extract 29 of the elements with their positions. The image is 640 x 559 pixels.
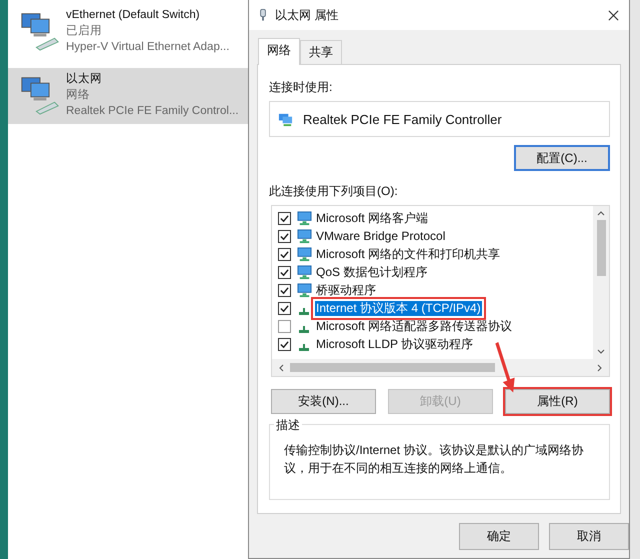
adapter-name: vEthernet (Default Switch) [66, 8, 201, 23]
adapter-status: 已启用 [66, 24, 103, 39]
action-button[interactable]: 属性(R) [505, 389, 610, 414]
component-item[interactable]: QoS 数据包计划程序 [315, 264, 428, 280]
action-button[interactable]: 安装(N)... [271, 389, 376, 414]
adapter-text: Realtek PCIe FE Family Controller [303, 112, 502, 126]
adapter-item[interactable]: vEthernet (Default Switch) 已启用 Hyper-V Virtual Ethernet Adap... [8, 4, 248, 60]
component-item[interactable]: Microsoft LLDP 协议驱动程序 [315, 336, 474, 352]
component-item[interactable]: Internet 协议版本 4 (TCP/IPv4) [315, 300, 482, 316]
tab[interactable]: 共享 [300, 40, 342, 64]
adapter-device: Hyper-V Virtual Ethernet Adap... [66, 40, 230, 55]
component-item[interactable]: 桥驱动程序 [315, 282, 377, 298]
items-label: 此连接使用下列项目(O): [269, 183, 399, 200]
tab[interactable]: 网络 [258, 38, 300, 65]
component-item[interactable]: Microsoft 网络的文件和打印机共享 [315, 246, 502, 262]
window-title: 以太网 属性 [275, 6, 340, 24]
adapter-device: Realtek PCIe FE Family Control... [66, 104, 239, 119]
dialog-button[interactable]: 确定 [459, 523, 539, 550]
component-item[interactable]: Microsoft 网络适配器多路传送器协议 [315, 318, 514, 334]
dialog-button[interactable]: 取消 [549, 523, 629, 550]
component-item[interactable]: VMware Bridge Protocol [315, 228, 446, 244]
connect-using-label: 连接时使用: [269, 79, 334, 96]
adapter-name: 以太网 [66, 72, 103, 87]
configure-button[interactable]: 配置(C)... [514, 145, 610, 171]
component-item[interactable]: Microsoft 网络客户端 [315, 210, 430, 226]
description-title: 描述 [274, 417, 302, 434]
adapter-status: 网络 [66, 88, 91, 103]
description-text: 传输控制协议/Internet 协议。该协议是默认的广域网络协议，用于在不同的相互连接的网络上通信。 [284, 442, 584, 477]
adapter-item[interactable]: 以太网 网络 Realtek PCIe FE Family Control... [8, 68, 248, 124]
